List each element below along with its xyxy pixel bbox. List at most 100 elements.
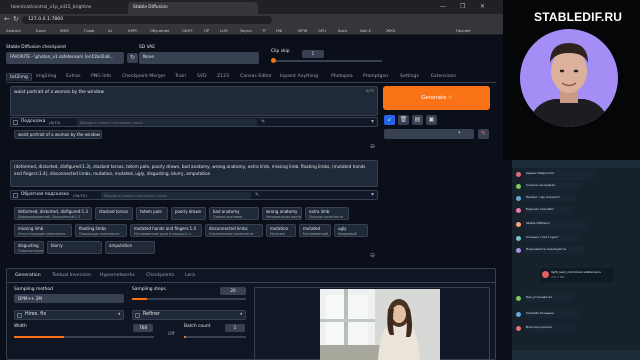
hires-fix-row[interactable]: Hires. fix ◂ bbox=[14, 310, 124, 320]
maximize-icon[interactable]: ❐ bbox=[460, 3, 465, 10]
neg-chip[interactable]: ugly Уродливый bbox=[334, 224, 368, 237]
subtab-textual-inversion[interactable]: Textual Inversion bbox=[52, 273, 91, 278]
bookmark-item[interactable]: ОБУЧ bbox=[182, 28, 193, 33]
neg-chip[interactable]: disconnected limbs Отключенные конечности bbox=[205, 224, 263, 237]
hires-checkbox[interactable] bbox=[17, 313, 22, 318]
clipboard-icon[interactable]: ▤ bbox=[412, 115, 423, 125]
bookmark-item[interactable]: ЖКХ bbox=[386, 28, 395, 33]
url-field[interactable]: 127.0.0.1:7860 bbox=[22, 16, 272, 24]
vae-select[interactable]: None bbox=[139, 52, 259, 64]
chevron-down-icon[interactable]: ▾ bbox=[458, 130, 461, 136]
tab-png-info[interactable]: PNG Info bbox=[88, 73, 114, 80]
collapse-icon[interactable]: ⊖ bbox=[370, 252, 375, 259]
sampling-steps-input[interactable]: 20 bbox=[220, 287, 246, 295]
bookmark-item[interactable]: MPW bbox=[298, 28, 307, 33]
bookmark-item[interactable]: ПР bbox=[204, 28, 209, 33]
clip-skip-input[interactable]: 1 bbox=[302, 50, 324, 58]
helper-keyword-input[interactable]: Введите новое ключевое слово bbox=[77, 119, 257, 126]
bookmark-item[interactable]: Звуки bbox=[240, 28, 252, 33]
bookmark-item[interactable]: Обучение bbox=[150, 28, 169, 33]
neg-chip[interactable]: extra limb Лишние конечности bbox=[305, 207, 349, 220]
reload-icon[interactable]: ↻ bbox=[13, 15, 19, 23]
back-icon[interactable]: ← bbox=[4, 15, 10, 23]
neg-chip[interactable]: stacked torsos bbox=[95, 207, 133, 220]
tab-extras[interactable]: Extras bbox=[63, 73, 84, 80]
batch-count-input[interactable]: 1 bbox=[225, 324, 245, 332]
subtab-checkpoints[interactable]: Checkpoints bbox=[146, 273, 174, 278]
bookmark-item[interactable]: WEB bbox=[60, 28, 69, 33]
browser-tab-controlnet[interactable]: talentcat/control_v1p_sd15_brightne bbox=[6, 2, 126, 14]
tab-inpaint-anything[interactable]: Inpaint Anything bbox=[277, 73, 321, 80]
refresh-icon[interactable]: ↻ bbox=[127, 53, 138, 63]
helper-checkbox[interactable] bbox=[13, 120, 18, 125]
neg-chip[interactable]: amputation bbox=[105, 241, 155, 254]
bookmark-item[interactable]: Боло bbox=[36, 28, 46, 33]
neg-chip[interactable]: poorly drawn bbox=[171, 207, 206, 220]
apply-style-icon[interactable]: ✎ bbox=[478, 129, 489, 139]
bookmark-item[interactable]: НФ bbox=[276, 28, 282, 33]
collapse-icon[interactable]: ⊖ bbox=[370, 143, 375, 150]
neg-chip[interactable]: totem pole bbox=[136, 207, 168, 220]
width-input[interactable]: 768 bbox=[133, 324, 153, 332]
neg-chip[interactable]: missing limb Отсутствующие конечности bbox=[14, 224, 72, 237]
bookmark-item[interactable]: GPU bbox=[318, 28, 326, 33]
file-attachment[interactable]: light_lead_controlnet.safetensors 723.3 … bbox=[540, 268, 614, 282]
subtab-hypernetworks[interactable]: Hypernetworks bbox=[100, 273, 135, 278]
tab-img2img[interactable]: img2img bbox=[33, 73, 59, 80]
sampling-steps-slider[interactable] bbox=[132, 298, 246, 300]
subtab-generation[interactable]: Generation bbox=[15, 273, 41, 278]
neg-chip[interactable]: mutation Мутация bbox=[266, 224, 296, 237]
trash-icon[interactable]: 🗑 bbox=[398, 115, 409, 125]
chevron-left-icon[interactable]: ◂ bbox=[117, 311, 120, 317]
tab-txt2img[interactable]: txt2img bbox=[6, 73, 32, 81]
neg-chip[interactable]: floating limbs Плавающие конечности bbox=[75, 224, 127, 237]
tab-photopea[interactable]: Photopea bbox=[328, 73, 356, 80]
neg-chip[interactable]: deformed, distorted, disfigured:1.3 Дефор… bbox=[14, 207, 92, 220]
neg-chip[interactable]: bad anatomy Плохая анатомия bbox=[209, 207, 259, 220]
refiner-checkbox[interactable] bbox=[135, 313, 140, 318]
neg-chip[interactable]: mutated hands and fingers:1.4 Мутированны… bbox=[130, 224, 202, 237]
tab-train[interactable]: Train bbox=[172, 73, 189, 80]
chevron-down-icon[interactable]: ▾ bbox=[371, 118, 374, 125]
tab-svd[interactable]: SVD bbox=[194, 73, 210, 80]
neg-keyword-input[interactable]: Введите новое ключевое слово bbox=[101, 192, 251, 199]
bookmark-item[interactable]: LLM bbox=[220, 28, 228, 33]
chat-input[interactable] bbox=[512, 350, 640, 360]
save-style-icon[interactable]: ▣ bbox=[426, 115, 437, 125]
width-slider[interactable] bbox=[14, 336, 154, 338]
clip-skip-slider[interactable] bbox=[272, 60, 382, 62]
tab-canvas-editor[interactable]: Canvas Editor bbox=[237, 73, 275, 80]
neg-chip[interactable]: mutated Мутированный bbox=[299, 224, 331, 237]
neg-helper-checkbox[interactable] bbox=[13, 193, 18, 198]
bookmark-item[interactable]: Граф bbox=[84, 28, 94, 33]
subtab-lora[interactable]: Lora bbox=[185, 273, 195, 278]
prompt-textarea[interactable]: waist portrait of a woman by the window … bbox=[10, 86, 378, 116]
tab-promptgen[interactable]: Promptgen bbox=[360, 73, 391, 80]
chevron-down-icon[interactable]: ▾ bbox=[371, 191, 374, 198]
bookmark-item[interactable]: Android bbox=[6, 28, 21, 33]
negative-prompt-textarea[interactable]: (deformed, distorted, disfigured:1.3), s… bbox=[10, 160, 378, 187]
minimize-icon[interactable]: — bbox=[440, 3, 446, 10]
generated-image[interactable] bbox=[320, 289, 440, 360]
tab-extensions[interactable]: Extensions bbox=[428, 73, 459, 80]
tab-settings[interactable]: Settings bbox=[397, 73, 422, 80]
chevron-left-icon[interactable]: ◂ bbox=[239, 311, 242, 317]
sampling-method-select[interactable]: DPM++ 2M bbox=[14, 294, 124, 303]
bookmark-item[interactable]: КУРС bbox=[128, 28, 138, 33]
bookmark-item[interactable]: Прочее bbox=[456, 28, 471, 33]
browser-tab-stable-diffusion[interactable]: Stable Diffusion bbox=[128, 2, 258, 14]
prompt-chip[interactable]: waist portrait of a woman by the window bbox=[14, 130, 102, 139]
neg-chip[interactable]: disgusting Отвратительный bbox=[14, 241, 44, 254]
bookmark-item[interactable]: AI bbox=[108, 28, 112, 33]
bookmark-item[interactable]: Back bbox=[338, 28, 347, 33]
read-params-icon[interactable]: ↙ bbox=[384, 115, 395, 125]
refiner-row[interactable]: Refiner ◂ bbox=[132, 310, 246, 320]
tab-checkpoint-merger[interactable]: Checkpoint Merger bbox=[119, 73, 169, 80]
clip-skip-thumb[interactable] bbox=[271, 58, 276, 63]
helper-add-icon[interactable]: ✎ bbox=[261, 119, 265, 125]
bookmark-item[interactable]: Dall-E bbox=[360, 28, 371, 33]
bookmark-item[interactable]: ТГ bbox=[262, 28, 267, 33]
neg-chip[interactable]: blurry bbox=[47, 241, 102, 254]
neg-add-icon[interactable]: ✎ bbox=[255, 192, 259, 198]
close-icon[interactable]: ✕ bbox=[480, 3, 485, 10]
